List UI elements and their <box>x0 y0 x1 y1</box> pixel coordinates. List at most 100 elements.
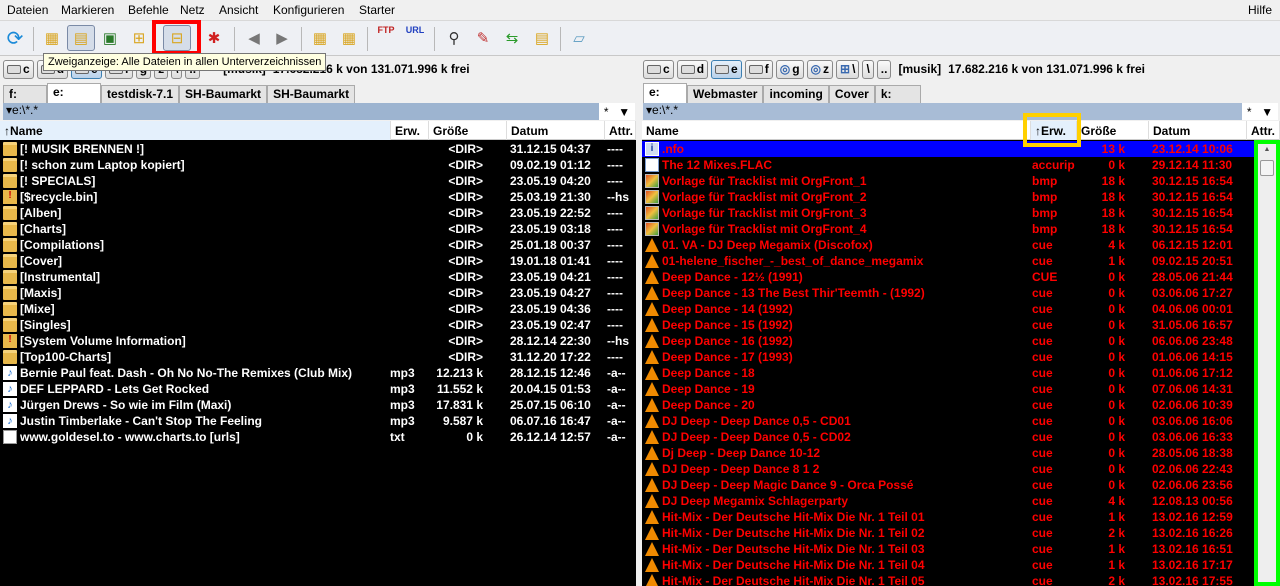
file-row[interactable]: Hit-Mix - Der Deutsche Hit-Mix Die Nr. 1… <box>642 541 1254 557</box>
file-row[interactable]: Deep Dance - 12½ (1991) CUE 0 k 28.05.06 21… <box>642 269 1254 285</box>
file-row[interactable]: Deep Dance - 20 cue 0 k 02.06.06 10:39 <box>642 397 1254 413</box>
multi-rename-icon[interactable]: ✎ <box>469 25 497 51</box>
drive-f-button[interactable]: f <box>744 59 773 79</box>
file-row[interactable]: DJ Deep - Deep Dance 8 1 2 cue 0 k 02.06.06… <box>642 461 1254 477</box>
file-row[interactable]: Dj Deep - Deep Dance 10-12 cue 0 k 28.05.06… <box>642 445 1254 461</box>
file-row[interactable]: Hit-Mix - Der Deutsche Hit-Mix Die Nr. 1… <box>642 557 1254 573</box>
menu-netz[interactable]: Netz <box>180 3 205 17</box>
drive-g-button[interactable]: ◎ g <box>775 59 804 79</box>
tree-view-icon[interactable]: ⊞ <box>125 25 153 51</box>
header-date[interactable]: Datum <box>1149 121 1247 140</box>
file-row[interactable]: i .nfo 13 k 23.12.14 10:06 <box>642 141 1254 157</box>
file-row[interactable]: [! SPECIALS] <DIR> 23.05.19 04:20 ---- <box>0 173 636 189</box>
file-row[interactable]: [Compilations] <DIR> 25.01.18 00:37 ---- <box>0 237 636 253</box>
file-row[interactable]: [Cover] <DIR> 19.01.18 01:41 ---- <box>0 253 636 269</box>
drive-c-button[interactable]: c <box>3 59 34 79</box>
tab-e[interactable]: e: <box>643 83 687 103</box>
tab-sh-baumarkt-2[interactable]: SH-Baumarkt <box>267 85 356 103</box>
tab-webmaster[interactable]: Webmaster <box>687 85 764 103</box>
menu-konfigurieren[interactable]: Konfigurieren <box>273 3 344 17</box>
notepad-icon[interactable]: ▱ <box>565 25 593 51</box>
file-row[interactable]: ! [System Volume Information] <DIR> 28.12.1… <box>0 333 636 349</box>
file-row[interactable]: Deep Dance - 19 cue 0 k 07.06.06 14:31 <box>642 381 1254 397</box>
root-button[interactable]: \ <box>862 59 874 79</box>
file-row[interactable]: [Maxis] <DIR> 23.05.19 04:27 ---- <box>0 285 636 301</box>
menu-ansicht[interactable]: Ansicht <box>219 3 258 17</box>
network-button[interactable]: ⊞ \ <box>836 59 860 79</box>
file-row[interactable]: Vorlage für Tracklist mit OrgFront_1 bmp 1… <box>642 173 1254 189</box>
parent-button[interactable]: .. <box>876 59 892 79</box>
drive-d-button[interactable]: d <box>676 59 709 79</box>
file-row[interactable]: DJ Deep Megamix Schlagerparty cue 4 k 12.08… <box>642 493 1254 509</box>
file-row[interactable]: www.goldesel.to - www.charts.to [urls] tx… <box>0 429 636 445</box>
file-row[interactable]: Hit-Mix - Der Deutsche Hit-Mix Die Nr. 1… <box>642 525 1254 541</box>
tab-incoming[interactable]: incoming <box>763 85 829 103</box>
tab-k[interactable]: k: <box>874 85 921 103</box>
file-row[interactable]: [Top100-Charts] <DIR> 31.12.20 17:22 ---- <box>0 349 636 365</box>
right-scrollbar[interactable]: ▲ <box>1254 140 1280 586</box>
file-row[interactable]: ♪ DEF LEPPARD - Lets Get Rocked mp3 11.552 … <box>0 381 636 397</box>
scroll-thumb[interactable] <box>1260 160 1274 176</box>
header-attr[interactable]: Attr. <box>1247 121 1280 140</box>
header-name[interactable]: ↑Name <box>0 121 391 140</box>
thumbnails-icon[interactable]: ▣ <box>96 25 124 51</box>
file-row[interactable]: Deep Dance - 14 (1992) cue 0 k 04.06.06 00:… <box>642 301 1254 317</box>
header-attr[interactable]: Attr. <box>605 121 636 140</box>
file-row[interactable]: 01-helene_fischer_-_best_of_dance_megami… <box>642 253 1254 269</box>
filter-dropdown[interactable]: * ▼ <box>599 103 635 120</box>
panel-divider[interactable] <box>636 56 642 586</box>
unpack-icon[interactable]: ▦ <box>335 25 363 51</box>
pack-icon[interactable]: ▦ <box>306 25 334 51</box>
drive-c-button[interactable]: c <box>643 59 674 79</box>
file-row[interactable]: Vorlage für Tracklist mit OrgFront_3 bmp 1… <box>642 205 1254 221</box>
tab-testdisk[interactable]: testdisk-7.1 <box>101 85 180 103</box>
header-name[interactable]: Name <box>642 121 1031 140</box>
tab-sh-baumarkt[interactable]: SH-Baumarkt <box>179 85 268 103</box>
file-row[interactable]: Deep Dance - 17 (1993) cue 0 k 01.06.06 14:… <box>642 349 1254 365</box>
ftp-connect-icon[interactable]: FTP <box>372 25 400 51</box>
file-row[interactable]: ♪ Bernie Paul feat. Dash - Oh No No-The R… <box>0 365 636 381</box>
detailed-view-icon[interactable]: ▤ <box>67 25 95 51</box>
url-ftp-icon[interactable]: URL <box>401 25 429 51</box>
file-row[interactable]: 01. VA - DJ Deep Megamix (Discofox) cue 4 … <box>642 237 1254 253</box>
menu-dateien[interactable]: Dateien <box>7 3 48 17</box>
header-ext[interactable]: Erw. <box>391 121 429 140</box>
file-row[interactable]: [! MUSIK BRENNEN !] <DIR> 31.12.15 04:37 --… <box>0 141 636 157</box>
brief-view-icon[interactable]: ▦ <box>38 25 66 51</box>
file-row[interactable]: The 12 Mixes.FLAC accurip 0 k 29.12.14 11:3… <box>642 157 1254 173</box>
search-icon[interactable]: ⚲ <box>440 25 468 51</box>
sync-dirs-icon[interactable]: ⇆ <box>498 25 526 51</box>
header-size[interactable]: Größe <box>1077 121 1149 140</box>
file-row[interactable]: [Charts] <DIR> 23.05.19 03:18 ---- <box>0 221 636 237</box>
file-row[interactable]: [! schon zum Laptop kopiert] <DIR> 09.02.1… <box>0 157 636 173</box>
file-row[interactable]: ! [$recycle.bin] <DIR> 25.03.19 21:30 --hs <box>0 189 636 205</box>
left-path-bar[interactable]: ▾e:\*.* * ▼ <box>3 103 635 120</box>
scroll-up-icon[interactable]: ▲ <box>1260 146 1274 158</box>
file-row[interactable]: Vorlage für Tracklist mit OrgFront_4 bmp 1… <box>642 221 1254 237</box>
file-row[interactable]: DJ Deep - Deep Dance 0,5 - CD01 cue 0 k 03.… <box>642 413 1254 429</box>
tab-cover[interactable]: Cover <box>828 85 875 103</box>
file-row[interactable]: [Mixe] <DIR> 23.05.19 04:36 ---- <box>0 301 636 317</box>
menu-befehle[interactable]: Befehle <box>128 3 169 17</box>
file-row[interactable]: ♪ Jürgen Drews - So wie im Film (Maxi) mp3… <box>0 397 636 413</box>
tab-f[interactable]: f: <box>3 85 47 103</box>
header-size[interactable]: Größe <box>429 121 507 140</box>
invert-selection-icon[interactable]: ✱ <box>200 25 228 51</box>
file-row[interactable]: [Alben] <DIR> 23.05.19 22:52 ---- <box>0 205 636 221</box>
file-row[interactable]: DJ Deep - Deep Dance 0,5 - CD02 cue 0 k 03.… <box>642 429 1254 445</box>
tab-e[interactable]: e: <box>47 83 101 103</box>
file-row[interactable]: ♪ Justin Timberlake - Can't Stop The Feel… <box>0 413 636 429</box>
file-row[interactable]: Deep Dance - 16 (1992) cue 0 k 06.06.06 23:… <box>642 333 1254 349</box>
file-row[interactable]: Deep Dance - 15 (1992) cue 0 k 31.05.06 16:… <box>642 317 1254 333</box>
filter-dropdown[interactable]: * ▼ <box>1242 103 1278 120</box>
file-row[interactable]: [Singles] <DIR> 23.05.19 02:47 ---- <box>0 317 636 333</box>
file-row[interactable]: Deep Dance - 18 cue 0 k 01.06.06 17:12 <box>642 365 1254 381</box>
drive-e-button[interactable]: e <box>711 59 742 79</box>
refresh-icon[interactable]: ⟳ <box>1 25 29 51</box>
menu-markieren[interactable]: Markieren <box>61 3 114 17</box>
file-row[interactable]: Vorlage für Tracklist mit OrgFront_2 bmp 1… <box>642 189 1254 205</box>
file-row[interactable]: Hit-Mix - Der Deutsche Hit-Mix Die Nr. 1… <box>642 509 1254 525</box>
right-path-bar[interactable]: ▾e:\*.* * ▼ <box>643 103 1278 120</box>
menu-starter[interactable]: Starter <box>359 3 395 17</box>
copy-names-icon[interactable]: ▤ <box>528 25 556 51</box>
